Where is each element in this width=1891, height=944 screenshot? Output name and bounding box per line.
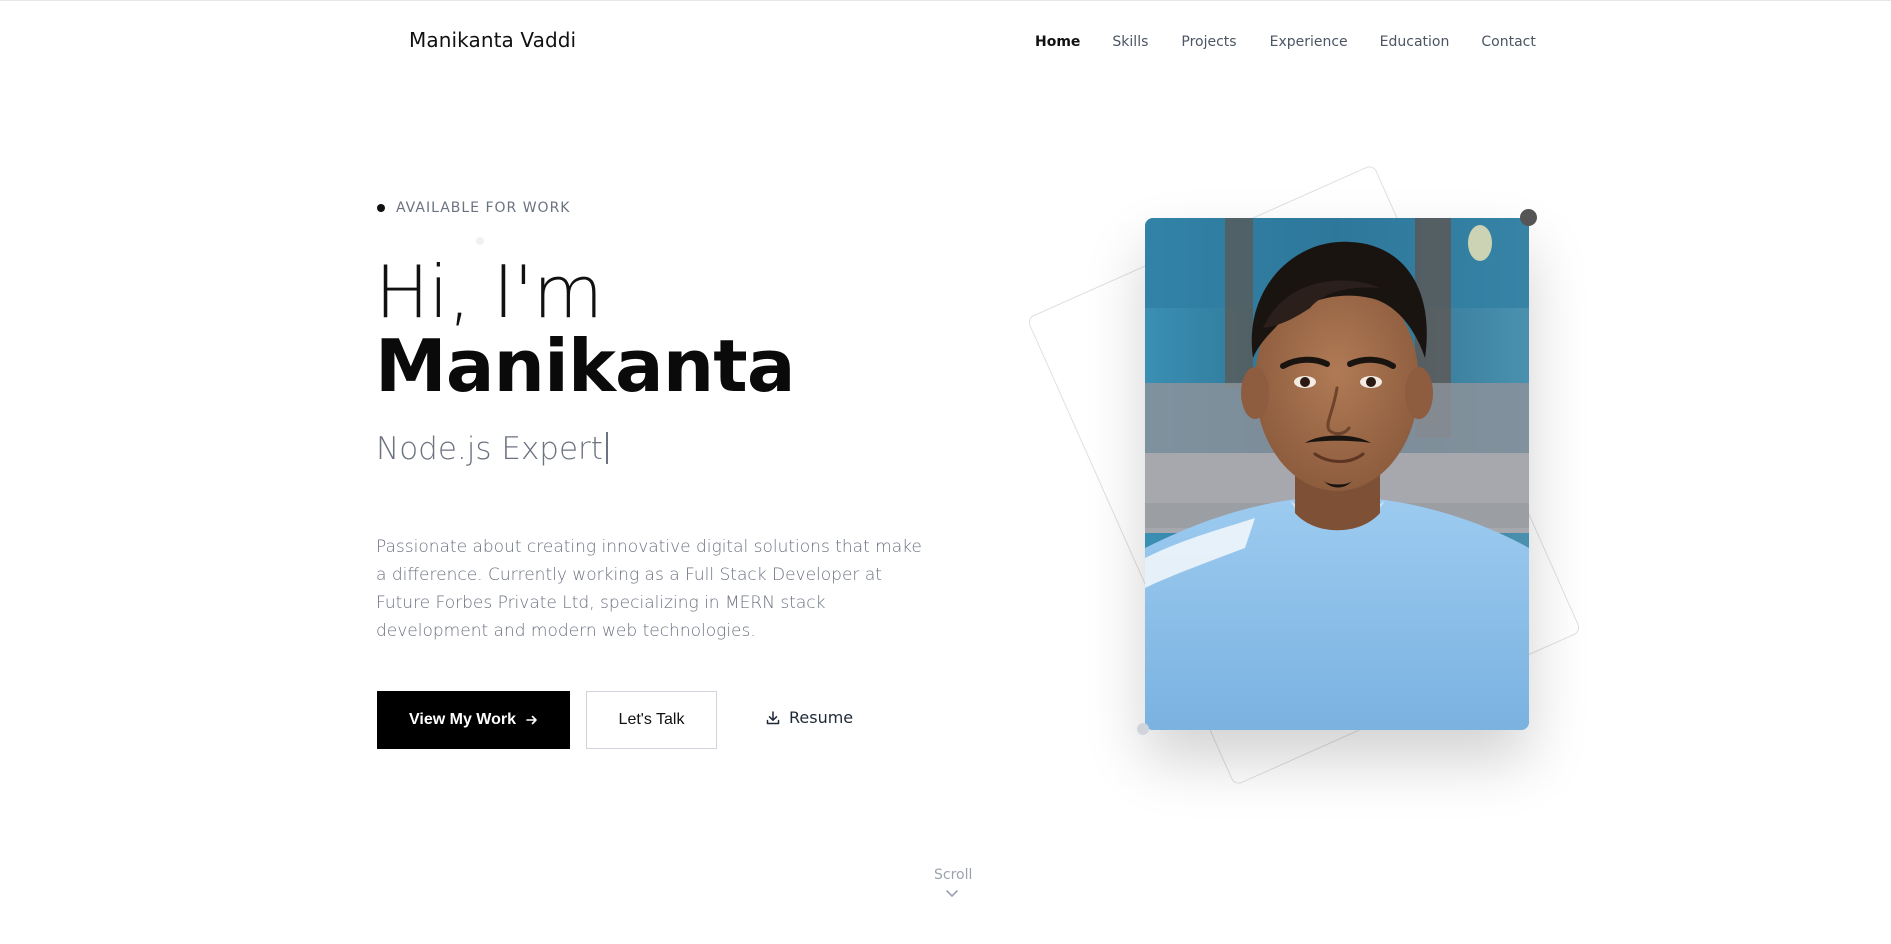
decorative-speck xyxy=(476,237,484,245)
nav-experience[interactable]: Experience xyxy=(1270,33,1348,51)
chevron-down-icon xyxy=(946,890,958,897)
nav-home[interactable]: Home xyxy=(1035,33,1080,51)
availability-badge: AVAILABLE FOR WORK xyxy=(377,200,571,216)
lets-talk-button[interactable]: Let's Talk xyxy=(586,691,717,749)
availability-label: AVAILABLE FOR WORK xyxy=(396,200,571,216)
top-divider xyxy=(0,0,1891,1)
hero-greeting: Hi, I'm xyxy=(375,250,603,334)
hero-name: Manikanta xyxy=(375,324,796,408)
brand-logo[interactable]: Manikanta Vaddi xyxy=(409,28,576,52)
download-icon xyxy=(766,710,780,724)
resume-label: Resume xyxy=(789,708,854,727)
nav-projects[interactable]: Projects xyxy=(1181,33,1236,51)
status-dot-icon xyxy=(377,204,385,212)
hero-role: Node.js Expert xyxy=(376,431,608,467)
hero-description: Passionate about creating innovative dig… xyxy=(376,537,922,641)
scroll-indicator[interactable]: Scroll xyxy=(934,867,973,899)
view-my-work-button[interactable]: View My Work xyxy=(377,691,570,749)
profile-portrait-image xyxy=(1145,218,1529,730)
view-my-work-label: View My Work xyxy=(409,711,516,728)
nav-education[interactable]: Education xyxy=(1380,33,1450,51)
decorative-dot xyxy=(1520,209,1537,226)
nav-contact[interactable]: Contact xyxy=(1481,33,1535,51)
decorative-dot xyxy=(1137,723,1149,735)
nav-skills[interactable]: Skills xyxy=(1112,33,1148,51)
resume-button[interactable]: Resume xyxy=(765,708,853,727)
arrow-right-icon xyxy=(526,715,537,725)
scroll-label: Scroll xyxy=(934,867,973,883)
profile-photo xyxy=(1145,218,1529,730)
hero-role-text: Node.js Expert xyxy=(376,431,603,467)
typing-cursor xyxy=(605,432,608,464)
primary-nav: Home Skills Projects Experience Educatio… xyxy=(1035,33,1536,51)
